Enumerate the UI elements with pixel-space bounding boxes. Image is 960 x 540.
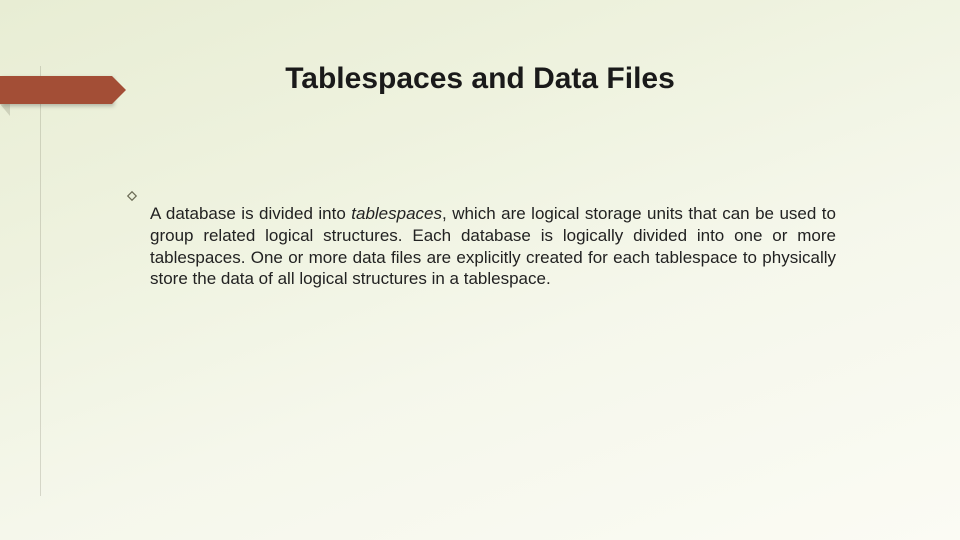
content-block: A database is divided into tablespaces, … — [148, 186, 836, 307]
italic-term: tablespaces — [351, 204, 442, 223]
vertical-decor-line — [40, 66, 41, 496]
diamond-bullet-icon — [126, 190, 138, 202]
ribbon-fold — [0, 104, 10, 116]
slide-title: Tablespaces and Data Files — [0, 62, 960, 96]
bullet-item: A database is divided into tablespaces, … — [148, 186, 836, 307]
slide: Tablespaces and Data Files A database is… — [0, 0, 960, 540]
bullet-text: A database is divided into tablespaces, … — [150, 203, 836, 290]
text-before: A database is divided into — [150, 204, 351, 223]
